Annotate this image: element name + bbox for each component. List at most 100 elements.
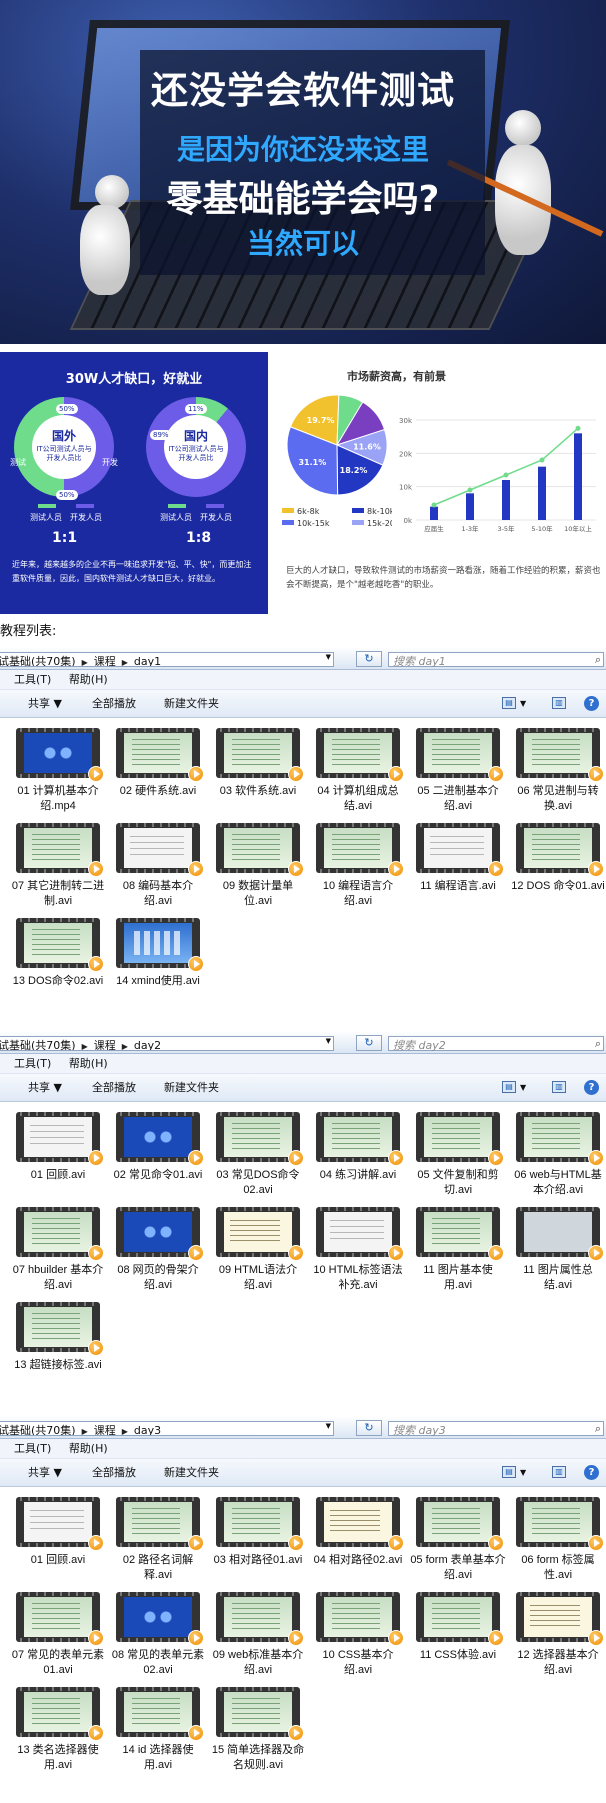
- file-name[interactable]: 04 相对路径02.avi: [310, 1553, 406, 1568]
- file-name[interactable]: 02 硬件系统.avi: [110, 784, 206, 799]
- file-name[interactable]: 14 xmind使用.avi: [110, 974, 206, 989]
- file-name[interactable]: 13 类名选择器使用.avi: [10, 1743, 106, 1773]
- play-icon[interactable]: [488, 1630, 504, 1646]
- play-icon[interactable]: [388, 1245, 404, 1261]
- play-icon[interactable]: [88, 956, 104, 972]
- play-all-button[interactable]: 全部播放: [92, 1074, 136, 1102]
- file-name[interactable]: 08 网页的骨架介绍.avi: [110, 1263, 206, 1293]
- file-name[interactable]: 09 web标准基本介绍.avi: [210, 1648, 306, 1678]
- file-name[interactable]: 01 回顾.avi: [10, 1168, 106, 1183]
- file-name[interactable]: 05 form 表单基本介绍.avi: [410, 1553, 506, 1583]
- play-icon[interactable]: [488, 1150, 504, 1166]
- video-thumbnail[interactable]: [216, 1497, 300, 1547]
- chevron-down-icon[interactable]: ▼: [326, 1422, 331, 1430]
- file-name[interactable]: 08 编码基本介绍.avi: [110, 879, 206, 909]
- play-icon[interactable]: [488, 1245, 504, 1261]
- file-name[interactable]: 09 HTML语法介绍.avi: [210, 1263, 306, 1293]
- video-thumbnail[interactable]: [216, 1687, 300, 1737]
- chevron-down-icon[interactable]: ▼: [326, 653, 331, 661]
- help-icon[interactable]: ?: [584, 696, 599, 711]
- play-icon[interactable]: [488, 861, 504, 877]
- play-icon[interactable]: [288, 1245, 304, 1261]
- new-folder-button[interactable]: 新建文件夹: [164, 1074, 219, 1102]
- play-icon[interactable]: [288, 861, 304, 877]
- menu-item-help[interactable]: 帮助(H): [69, 1442, 108, 1455]
- breadcrumb-segment[interactable]: day1: [134, 655, 161, 666]
- view-options-icon[interactable]: ▤: [502, 697, 516, 709]
- video-thumbnail[interactable]: [516, 823, 600, 873]
- video-file-item[interactable]: 05 form 表单基本介绍.avi: [410, 1491, 506, 1583]
- preview-pane-icon[interactable]: ▥: [552, 697, 566, 709]
- video-thumbnail[interactable]: [316, 1497, 400, 1547]
- breadcrumb-segment[interactable]: 测试基础(共70集): [0, 655, 76, 666]
- play-icon[interactable]: [288, 1535, 304, 1551]
- breadcrumb[interactable]: 测试基础(共70集) ▶ 课程 ▶ day1 ▼: [0, 652, 334, 667]
- play-icon[interactable]: [88, 1245, 104, 1261]
- video-file-item[interactable]: 04 相对路径02.avi: [310, 1491, 406, 1583]
- breadcrumb-segment[interactable]: 测试基础(共70集): [0, 1424, 76, 1435]
- video-file-item[interactable]: 13 类名选择器使用.avi: [10, 1681, 106, 1773]
- video-thumbnail[interactable]: [16, 1207, 100, 1257]
- video-thumbnail[interactable]: [116, 1497, 200, 1547]
- video-file-item[interactable]: 04 计算机组成总结.avi: [310, 722, 406, 814]
- preview-pane-icon[interactable]: ▥: [552, 1466, 566, 1478]
- play-icon[interactable]: [188, 956, 204, 972]
- play-icon[interactable]: [588, 1535, 604, 1551]
- file-name[interactable]: 07 常见的表单元素01.avi: [10, 1648, 106, 1678]
- video-file-item[interactable]: 13 超链接标签.avi: [10, 1296, 106, 1388]
- video-file-item[interactable]: 01 计算机基本介绍.mp4: [10, 722, 106, 814]
- video-file-item[interactable]: 05 文件复制和剪切.avi: [410, 1106, 506, 1198]
- file-name[interactable]: 06 常见进制与转换.avi: [510, 784, 606, 814]
- play-icon[interactable]: [88, 766, 104, 782]
- video-thumbnail[interactable]: [316, 1207, 400, 1257]
- video-file-item[interactable]: 01 回顾.avi: [10, 1491, 106, 1583]
- refresh-button[interactable]: ↻: [356, 1035, 382, 1051]
- video-file-item[interactable]: 09 web标准基本介绍.avi: [210, 1586, 306, 1678]
- video-thumbnail[interactable]: [216, 1592, 300, 1642]
- play-icon[interactable]: [188, 1245, 204, 1261]
- video-file-item[interactable]: 11 CSS体验.avi: [410, 1586, 506, 1678]
- search-input[interactable]: 搜索 day1 ⌕: [388, 652, 604, 668]
- search-icon[interactable]: ⌕: [595, 653, 601, 667]
- video-thumbnail[interactable]: [416, 1207, 500, 1257]
- play-icon[interactable]: [88, 1340, 104, 1356]
- file-name[interactable]: 11 图片基本使用.avi: [410, 1263, 506, 1293]
- video-thumbnail[interactable]: [216, 1207, 300, 1257]
- breadcrumb-segment[interactable]: 课程: [94, 1424, 116, 1435]
- play-icon[interactable]: [88, 1150, 104, 1166]
- video-file-item[interactable]: 13 DOS命令02.avi: [10, 912, 106, 1004]
- file-name[interactable]: 03 相对路径01.avi: [210, 1553, 306, 1568]
- file-name[interactable]: 01 回顾.avi: [10, 1553, 106, 1568]
- video-file-item[interactable]: 07 hbuilder 基本介绍.avi: [10, 1201, 106, 1293]
- video-file-item[interactable]: 10 编程语言介绍.avi: [310, 817, 406, 909]
- help-icon[interactable]: ?: [584, 1080, 599, 1095]
- play-icon[interactable]: [588, 861, 604, 877]
- video-file-item[interactable]: 11 编程语言.avi: [410, 817, 506, 909]
- video-file-item[interactable]: 15 简单选择器及命名规则.avi: [210, 1681, 306, 1773]
- video-thumbnail[interactable]: [16, 728, 100, 778]
- search-icon[interactable]: ⌕: [595, 1422, 601, 1436]
- file-name[interactable]: 10 HTML标签语法补充.avi: [310, 1263, 406, 1293]
- video-file-item[interactable]: 08 网页的骨架介绍.avi: [110, 1201, 206, 1293]
- video-thumbnail[interactable]: [116, 1592, 200, 1642]
- video-file-item[interactable]: 05 二进制基本介绍.avi: [410, 722, 506, 814]
- video-file-item[interactable]: 04 练习讲解.avi: [310, 1106, 406, 1198]
- play-icon[interactable]: [488, 766, 504, 782]
- video-file-item[interactable]: 14 id 选择器使用.avi: [110, 1681, 206, 1773]
- video-file-item[interactable]: 02 常见命令01.avi: [110, 1106, 206, 1198]
- play-icon[interactable]: [288, 1150, 304, 1166]
- video-file-item[interactable]: 09 HTML语法介绍.avi: [210, 1201, 306, 1293]
- video-thumbnail[interactable]: [16, 823, 100, 873]
- new-folder-button[interactable]: 新建文件夹: [164, 1459, 219, 1487]
- video-file-item[interactable]: 07 常见的表单元素01.avi: [10, 1586, 106, 1678]
- menu-item-tools[interactable]: 工具(T): [14, 673, 51, 686]
- video-file-item[interactable]: 06 form 标签属性.avi: [510, 1491, 606, 1583]
- video-thumbnail[interactable]: [216, 1112, 300, 1162]
- menu-item-help[interactable]: 帮助(H): [69, 673, 108, 686]
- play-icon[interactable]: [88, 1535, 104, 1551]
- share-button[interactable]: 共享 ▼: [28, 1074, 62, 1102]
- video-thumbnail[interactable]: [16, 1112, 100, 1162]
- breadcrumb[interactable]: 测试基础(共70集) ▶ 课程 ▶ day3 ▼: [0, 1421, 334, 1436]
- video-thumbnail[interactable]: [116, 1687, 200, 1737]
- file-name[interactable]: 11 图片属性总结.avi: [510, 1263, 606, 1293]
